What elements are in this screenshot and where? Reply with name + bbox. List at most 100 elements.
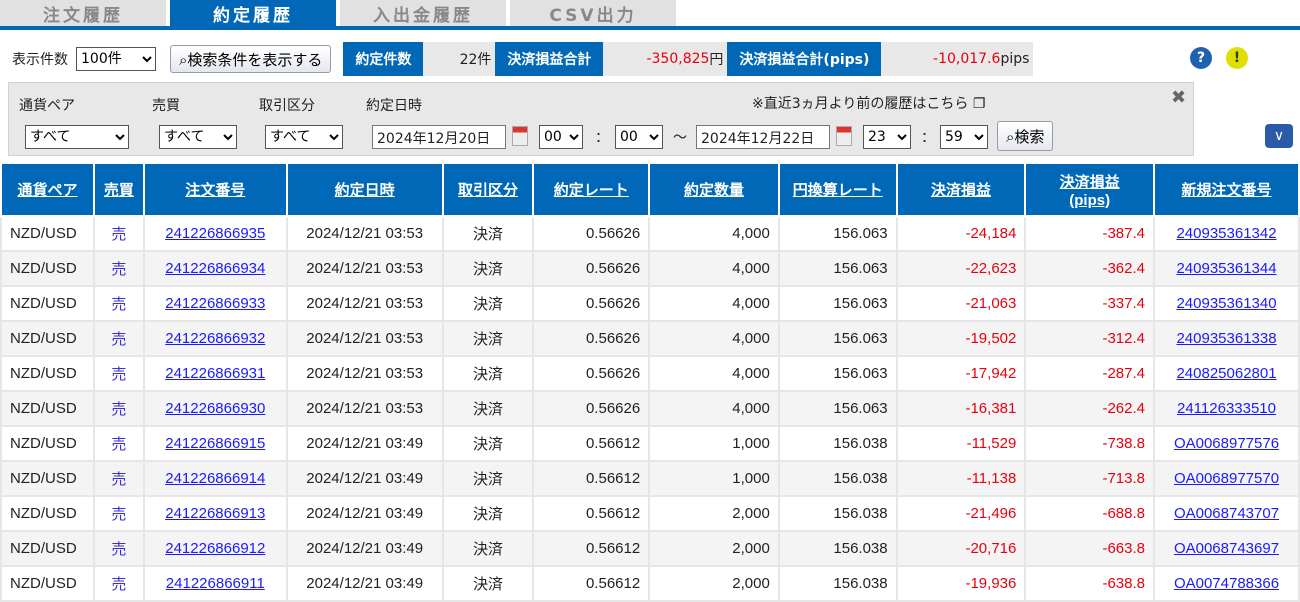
table-row: NZD/USD 売 241226866932 2024/12/21 03:53 決済 0.… — [0, 320, 1300, 357]
order-number-link[interactable]: 241226866930 — [165, 400, 265, 417]
table-cell: 売 — [92, 320, 145, 357]
order-number-link[interactable]: 241226866931 — [165, 365, 265, 382]
tilde: ～ — [673, 130, 687, 146]
new-order-number-link[interactable]: OA0074788366 — [1174, 575, 1279, 592]
order-number-link[interactable]: 241226866913 — [165, 505, 265, 522]
column-header[interactable]: 売買 — [92, 162, 145, 217]
table-row: NZD/USD 売 241226866914 2024/12/21 03:49 決済 0.… — [0, 460, 1300, 497]
calendar-icon[interactable] — [836, 126, 852, 146]
from-minute-select[interactable]: 00 — [615, 125, 663, 149]
to-date-input[interactable]: 2024年12月22日 — [696, 125, 830, 149]
table-cell: 0.56626 — [532, 320, 651, 357]
show-conditions-button[interactable]: ⌕検索条件を表示する — [170, 45, 332, 73]
search-button[interactable]: ⌕検索 — [997, 121, 1054, 151]
order-number-link[interactable]: 241226866933 — [165, 295, 265, 312]
table-cell: -287.4 — [1024, 355, 1156, 392]
order-number-link[interactable]: 241226866911 — [166, 575, 265, 592]
side-select[interactable]: すべて — [159, 125, 237, 149]
column-header[interactable]: 決済損益 (pips) — [1024, 162, 1156, 217]
tab-execution-history[interactable]: 約定履歴 — [170, 0, 336, 26]
notice-icon[interactable]: ! — [1226, 47, 1248, 69]
pips-total-value: -10,017.6 — [933, 51, 1001, 67]
table-cell: NZD/USD — [0, 425, 95, 462]
table-cell: 2024/12/21 03:53 — [285, 320, 444, 357]
table-cell: NZD/USD — [0, 530, 95, 567]
table-cell: 決済 — [441, 215, 535, 252]
summary-box: 約定件数 22件 決済損益合計 -350,825 円 決済損益合計(pips) -… — [343, 42, 1034, 76]
column-header[interactable]: 注文番号 — [142, 162, 288, 217]
column-header[interactable]: 新規注文番号 — [1153, 162, 1300, 217]
table-cell: 売 — [92, 215, 145, 252]
order-number-link[interactable]: 241226866915 — [165, 435, 265, 452]
help-icon[interactable]: ? — [1190, 47, 1212, 69]
column-header-label: 取引区分 — [458, 182, 519, 199]
table-cell: 0.56612 — [532, 530, 651, 567]
table-cell: 売 — [92, 355, 145, 392]
new-order-number-link[interactable]: 241126333510 — [1177, 400, 1276, 417]
new-order-number-link[interactable]: 240825062801 — [1176, 365, 1276, 382]
order-number-link[interactable]: 241226866934 — [165, 260, 265, 277]
table-cell: 2024/12/21 03:49 — [285, 495, 444, 532]
table-cell: NZD/USD — [0, 355, 95, 392]
column-header-label: 新規注文番号 — [1181, 182, 1272, 199]
new-order-number-link[interactable]: OA0068977570 — [1174, 470, 1279, 487]
table-cell: 1,000 — [648, 425, 780, 462]
table-cell: 2,000 — [648, 495, 780, 532]
search-panel: 通貨ペア 売買 取引区分 約定日時 ※直近3ヵ月より前の履歴はこちら ❐ ✖ す… — [8, 82, 1194, 156]
column-header[interactable]: 円換算レート — [777, 162, 898, 217]
column-header[interactable]: 通貨ペア — [0, 162, 95, 217]
table-cell: 売 — [92, 390, 145, 427]
table-cell: 2024/12/21 03:53 — [285, 215, 444, 252]
order-number-link[interactable]: 241226866912 — [165, 540, 265, 557]
to-hour-select[interactable]: 23 — [863, 125, 911, 149]
table-cell: 0.56612 — [532, 495, 651, 532]
from-date-input[interactable]: 2024年12月20日 — [372, 125, 506, 149]
column-header[interactable]: 決済損益 — [895, 162, 1027, 217]
table-cell: NZD/USD — [0, 495, 95, 532]
table-cell: -11,529 — [895, 425, 1027, 462]
order-number-link[interactable]: 241226866914 — [165, 470, 265, 487]
chevron-down-icon[interactable]: ∨ — [1265, 124, 1293, 148]
table-cell: 241126333510 — [1153, 390, 1300, 427]
column-header[interactable]: 約定数量 — [648, 162, 780, 217]
type-select[interactable]: すべて — [265, 125, 343, 149]
date-label: 約定日時 — [366, 98, 422, 114]
tab-csv-export[interactable]: CSV出力 — [510, 0, 676, 26]
tab-deposit-history[interactable]: 入出金履歴 — [340, 0, 506, 26]
table-cell: 1,000 — [648, 460, 780, 497]
table-cell: 決済 — [441, 495, 535, 532]
new-order-number-link[interactable]: 240935361344 — [1176, 260, 1276, 277]
display-count-select[interactable]: 100件 — [76, 47, 156, 71]
search-label: 検索 — [1014, 127, 1045, 146]
close-icon[interactable]: ✖ — [1171, 87, 1186, 108]
table-cell: -312.4 — [1024, 320, 1156, 357]
order-number-link[interactable]: 241226866935 — [165, 225, 265, 242]
table-cell: 241226866931 — [142, 355, 288, 392]
table-cell: -21,496 — [895, 495, 1027, 532]
column-header[interactable]: 約定日時 — [285, 162, 444, 217]
pair-select[interactable]: すべて — [25, 125, 129, 149]
to-minute-select[interactable]: 59 — [940, 125, 988, 149]
calendar-icon[interactable] — [512, 126, 528, 146]
new-order-number-link[interactable]: OA0068743697 — [1174, 540, 1279, 557]
column-header[interactable]: 約定レート — [532, 162, 651, 217]
table-cell: 4,000 — [648, 355, 780, 392]
order-number-link[interactable]: 241226866932 — [165, 330, 265, 347]
table-cell: 156.063 — [777, 285, 898, 322]
new-order-number-link[interactable]: OA0068977576 — [1174, 435, 1279, 452]
table-row: NZD/USD 売 241226866912 2024/12/21 03:49 決済 0.… — [0, 530, 1300, 567]
new-order-number-link[interactable]: OA0068743707 — [1174, 505, 1279, 522]
new-order-number-link[interactable]: 240935361342 — [1176, 225, 1276, 242]
old-history-link[interactable]: ※直近3ヵ月より前の履歴はこちら ❐ — [752, 93, 985, 113]
new-order-number-link[interactable]: 240935361338 — [1176, 330, 1276, 347]
table-cell: 241226866930 — [142, 390, 288, 427]
table-cell: 売 — [92, 425, 145, 462]
table-cell: 4,000 — [648, 215, 780, 252]
tab-order-history[interactable]: 注文履歴 — [0, 0, 166, 26]
table-cell: NZD/USD — [0, 215, 95, 252]
column-header[interactable]: 取引区分 — [441, 162, 535, 217]
from-hour-select[interactable]: 00 — [539, 125, 583, 149]
new-order-number-link[interactable]: 240935361340 — [1176, 295, 1276, 312]
show-conditions-label: 検索条件を表示する — [187, 50, 323, 69]
table-cell: 241226866935 — [142, 215, 288, 252]
